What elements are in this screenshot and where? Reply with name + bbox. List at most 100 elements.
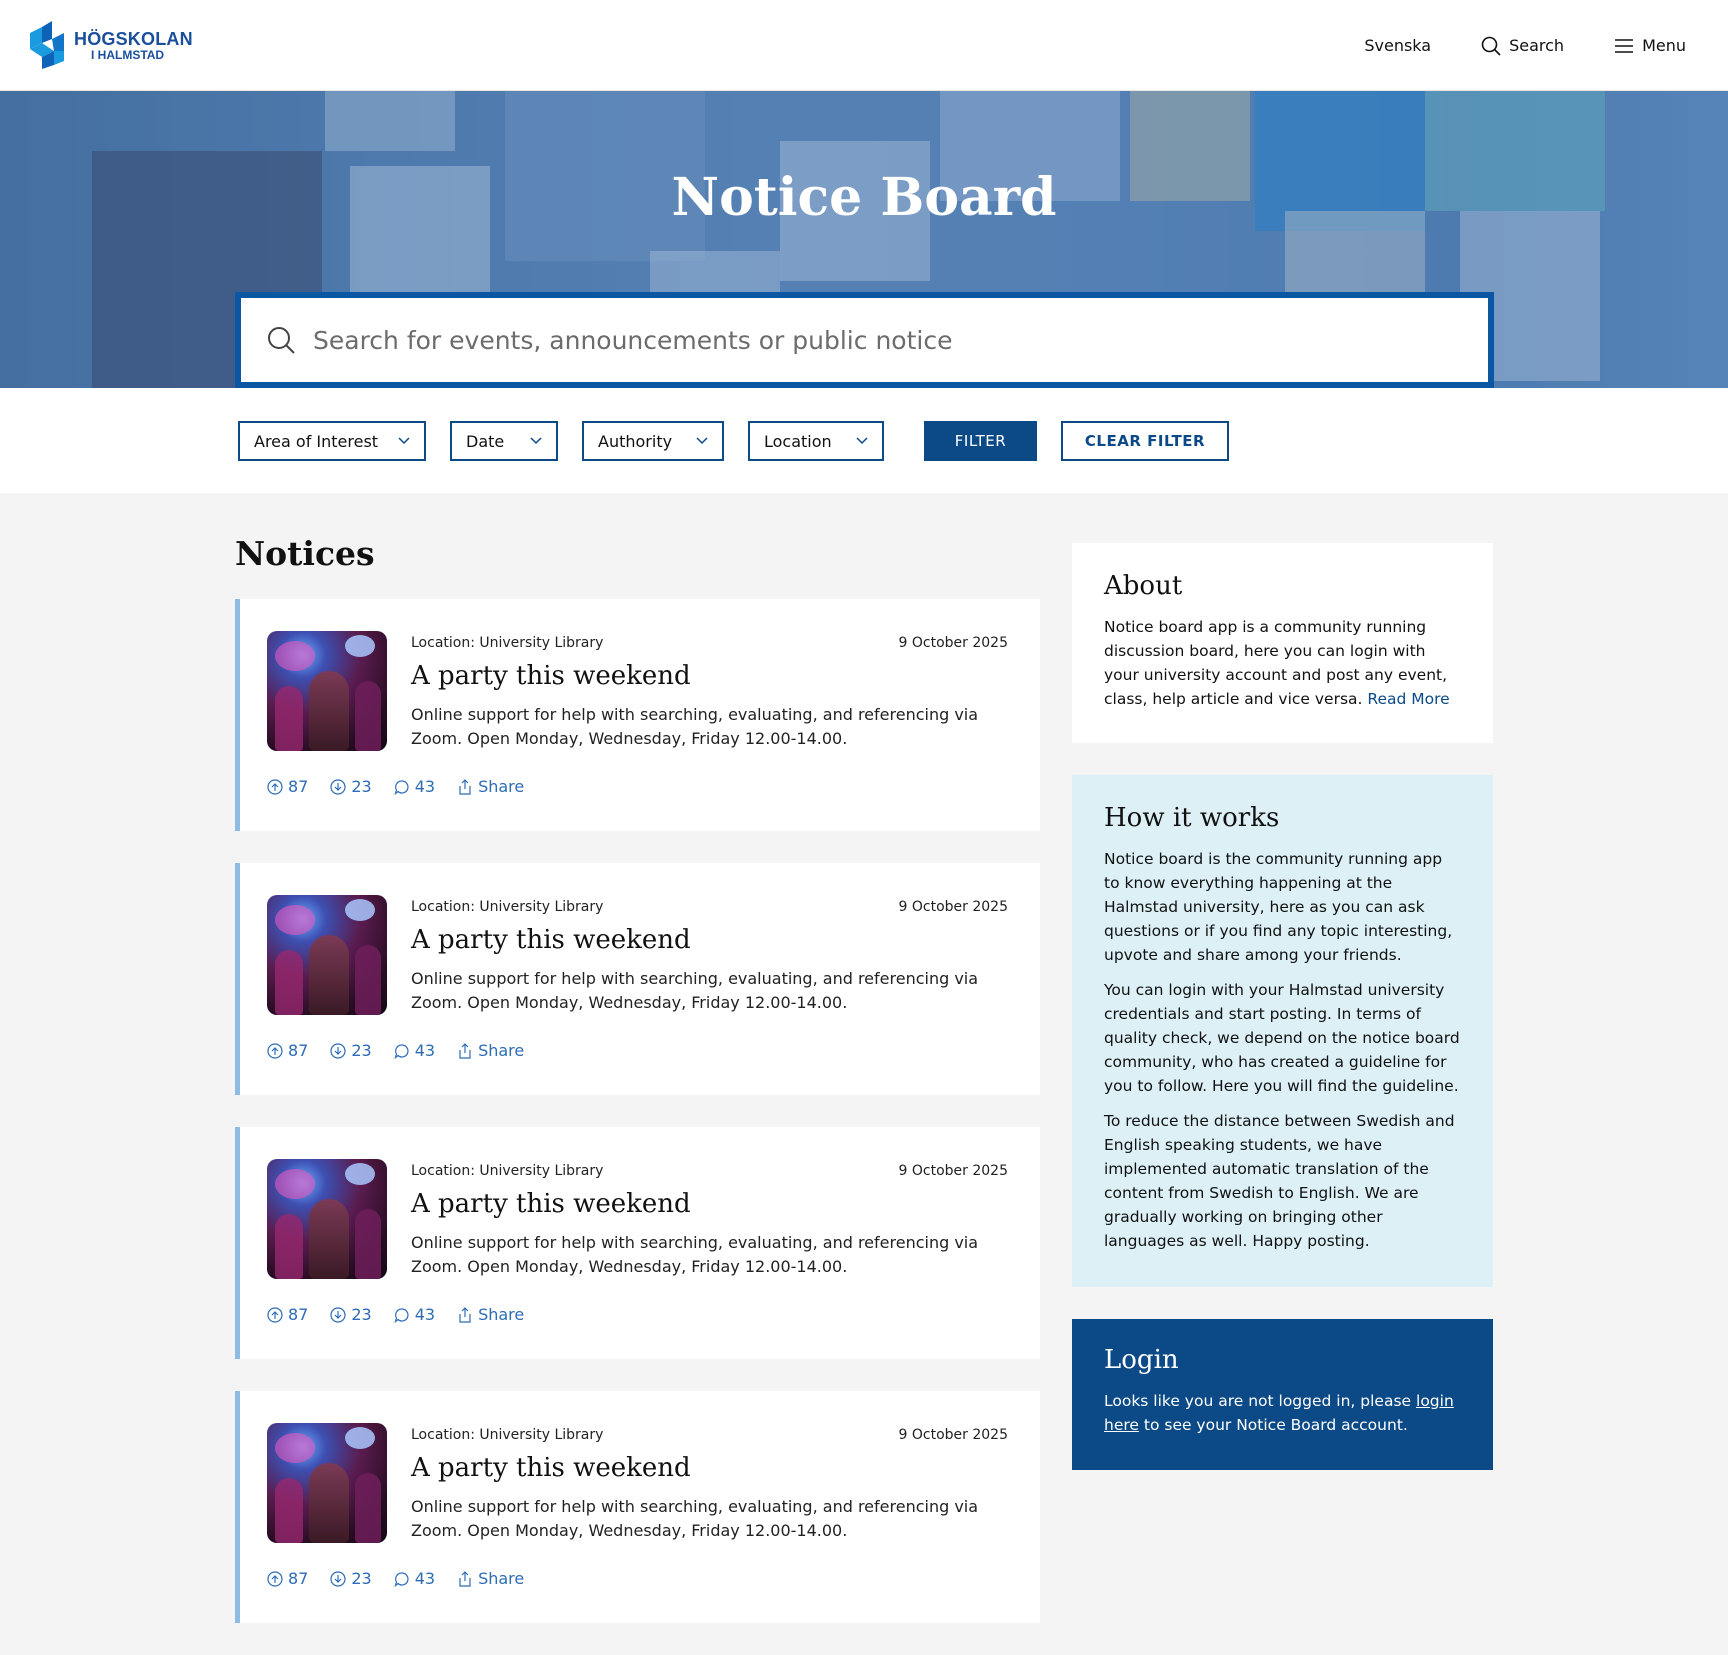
downvote-icon: [330, 1042, 346, 1059]
upvote-count: 87: [288, 777, 309, 796]
chevron-down-icon: [398, 437, 410, 445]
notice-title[interactable]: A party this weekend: [411, 1189, 691, 1219]
notice-location: Location: University Library: [411, 635, 604, 651]
comment-button[interactable]: 43: [394, 1041, 435, 1060]
search-link[interactable]: Search: [1481, 36, 1564, 56]
share-icon: [459, 1042, 471, 1059]
upvote-icon: [267, 1570, 283, 1587]
notice-actions: 87 23 43 Share: [267, 777, 524, 796]
downvote-icon: [330, 1570, 346, 1587]
notice-card[interactable]: Location: University Library 9 October 2…: [235, 599, 1040, 831]
upvote-icon: [267, 1306, 283, 1323]
language-label: Svenska: [1364, 36, 1432, 55]
nav-links: Svenska Search Menu: [1364, 0, 1686, 91]
dropdown-label: Date: [466, 431, 505, 451]
notice-date: 9 October 2025: [898, 1427, 1008, 1443]
upvote-icon: [267, 1042, 283, 1059]
notice-title[interactable]: A party this weekend: [411, 661, 691, 691]
downvote-count: 23: [351, 1041, 372, 1060]
notice-card[interactable]: Location: University Library 9 October 2…: [235, 1391, 1040, 1623]
notice-actions: 87 23 43 Share: [267, 1041, 524, 1060]
comment-button[interactable]: 43: [394, 777, 435, 796]
notice-title[interactable]: A party this weekend: [411, 925, 691, 955]
share-icon: [459, 778, 471, 795]
share-button[interactable]: Share: [457, 1569, 524, 1588]
logo-line2: I HALMSTAD: [91, 47, 165, 62]
login-text-after: to see your Notice Board account.: [1143, 1416, 1408, 1434]
comment-icon: [394, 1307, 409, 1323]
how-it-works-panel: How it works Notice board is the communi…: [1072, 775, 1493, 1287]
notice-card[interactable]: Location: University Library 9 October 2…: [235, 1127, 1040, 1359]
downvote-count: 23: [351, 1305, 372, 1324]
search-input[interactable]: [313, 325, 1413, 355]
notice-card[interactable]: Location: University Library 9 October 2…: [235, 863, 1040, 1095]
share-label: Share: [478, 777, 525, 796]
search-box[interactable]: [235, 292, 1494, 388]
read-more-link[interactable]: Read More: [1367, 690, 1449, 708]
menu-button[interactable]: Menu: [1614, 36, 1686, 55]
comment-count: 43: [414, 1569, 436, 1588]
comment-count: 43: [414, 777, 436, 796]
comment-icon: [394, 779, 409, 795]
date-dropdown[interactable]: Date: [450, 421, 558, 461]
downvote-button[interactable]: 23: [330, 1305, 372, 1324]
notices-heading: Notices: [235, 534, 375, 573]
comment-button[interactable]: 43: [394, 1305, 435, 1324]
top-navigation: HÖGSKOLAN I HALMSTAD Svenska Search Menu: [0, 0, 1728, 91]
dropdown-label: Authority: [598, 431, 673, 451]
dropdown-label: Location: [764, 431, 832, 451]
university-logo[interactable]: HÖGSKOLAN I HALMSTAD: [30, 21, 193, 69]
upvote-count: 87: [288, 1305, 309, 1324]
notice-description: Online support for help with searching, …: [411, 969, 979, 1012]
chevron-down-icon: [696, 437, 708, 445]
downvote-count: 23: [351, 777, 372, 796]
menu-icon: [1615, 38, 1634, 53]
downvote-count: 23: [351, 1569, 372, 1588]
notice-description: Online support for help with searching, …: [411, 705, 979, 748]
upvote-button[interactable]: 87: [267, 777, 308, 796]
logo-line1: HÖGSKOLAN: [74, 28, 193, 49]
clear-filter-button[interactable]: CLEAR FILTER: [1061, 421, 1229, 461]
location-dropdown[interactable]: Location: [748, 421, 884, 461]
upvote-button[interactable]: 87: [267, 1305, 308, 1324]
notice-thumbnail: [267, 631, 387, 751]
downvote-button[interactable]: 23: [330, 777, 372, 796]
share-icon: [459, 1306, 471, 1323]
search-label: Search: [1509, 36, 1565, 55]
downvote-icon: [330, 1306, 346, 1323]
comment-icon: [394, 1043, 409, 1059]
notice-title[interactable]: A party this weekend: [411, 1453, 691, 1483]
downvote-button[interactable]: 23: [330, 1569, 372, 1588]
share-icon: [459, 1570, 471, 1587]
language-link[interactable]: Svenska: [1364, 36, 1431, 55]
how-paragraph-2: You can login with your Halmstad univers…: [1104, 981, 1460, 1095]
upvote-count: 87: [288, 1569, 309, 1588]
logo-mark-icon: [30, 21, 64, 69]
share-label: Share: [478, 1569, 525, 1588]
upvote-icon: [267, 778, 283, 795]
share-label: Share: [478, 1041, 525, 1060]
filter-button[interactable]: FILTER: [924, 421, 1037, 461]
chevron-down-icon: [856, 437, 868, 445]
about-panel: About Notice board app is a community ru…: [1072, 543, 1493, 743]
notice-date: 9 October 2025: [898, 899, 1008, 915]
login-panel: Login Looks like you are not logged in, …: [1072, 1319, 1493, 1470]
dropdown-label: Area of Interest: [254, 431, 379, 451]
filter-bar: Area of Interest Date Authority Location…: [0, 388, 1728, 493]
notice-thumbnail: [267, 1423, 387, 1543]
comment-button[interactable]: 43: [394, 1569, 435, 1588]
search-icon: [268, 327, 295, 354]
share-button[interactable]: Share: [457, 1041, 524, 1060]
downvote-button[interactable]: 23: [330, 1041, 372, 1060]
downvote-icon: [330, 778, 346, 795]
login-text-before: Looks like you are not logged in, please: [1104, 1392, 1412, 1410]
upvote-button[interactable]: 87: [267, 1569, 308, 1588]
upvote-button[interactable]: 87: [267, 1041, 308, 1060]
comment-icon: [394, 1571, 409, 1587]
authority-dropdown[interactable]: Authority: [582, 421, 724, 461]
notice-description: Online support for help with searching, …: [411, 1233, 979, 1276]
area-of-interest-dropdown[interactable]: Area of Interest: [238, 421, 426, 461]
share-button[interactable]: Share: [457, 777, 524, 796]
notice-location: Location: University Library: [411, 1163, 604, 1179]
share-button[interactable]: Share: [457, 1305, 524, 1324]
